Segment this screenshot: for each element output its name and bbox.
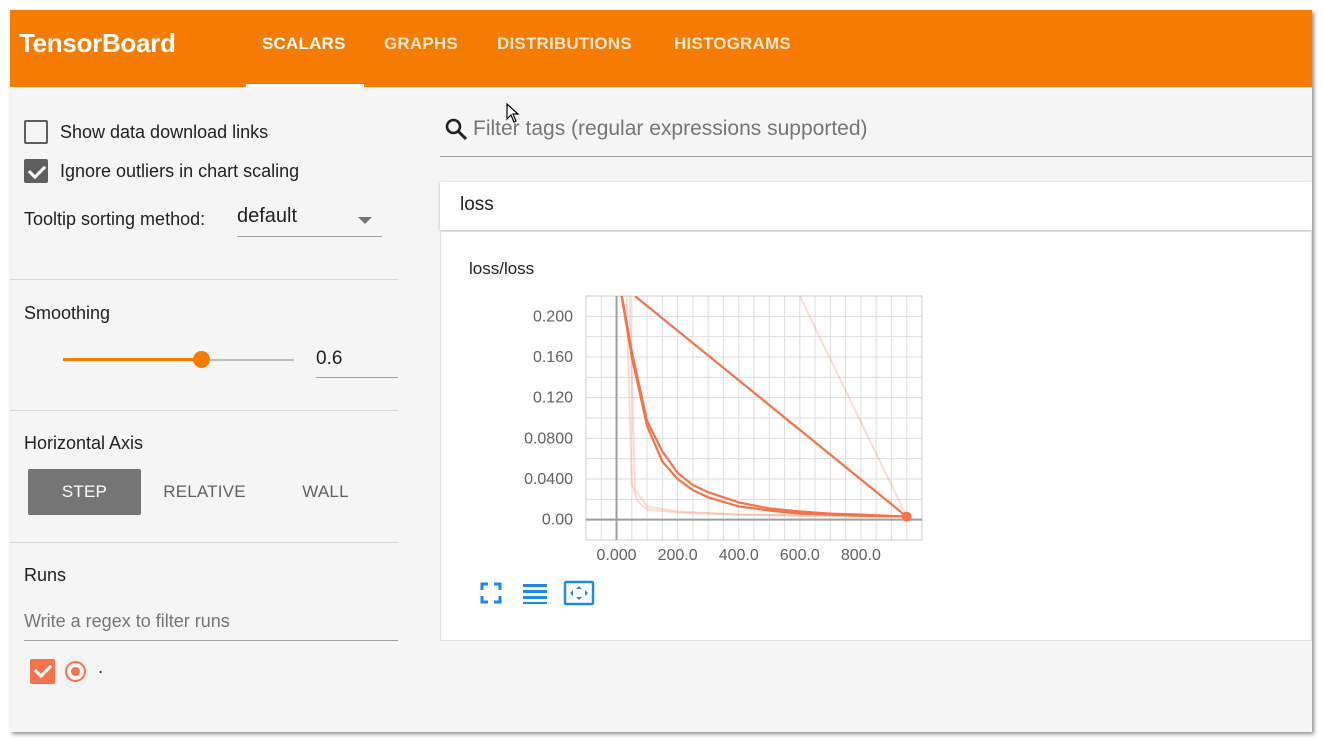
chart-title: loss/loss <box>469 259 535 278</box>
y-tick-label: 0.0800 <box>524 430 573 447</box>
tab-scalars[interactable]: SCALARS <box>262 34 346 54</box>
raw-loss-line <box>798 296 908 518</box>
data-table-icon[interactable] <box>521 579 549 607</box>
smoothing-slider-fill <box>63 358 202 361</box>
smoothed-loss-line <box>634 296 908 518</box>
fullscreen-icon[interactable] <box>477 579 505 607</box>
runs-filter-input[interactable]: Write a regex to filter runs <box>24 597 398 641</box>
loss-chart[interactable]: 0.000 200.0 400.0 600.0 800.0 0.00 0.0400 0.080… <box>513 288 933 568</box>
show-download-links-checkbox[interactable]: Show data download links <box>24 120 268 144</box>
tab-distributions[interactable]: DISTRIBUTIONS <box>497 34 632 54</box>
top-toolbar: TensorBoard SCALARS GRAPHS DISTRIBUTIONS… <box>10 10 1312 87</box>
ignore-outliers-label: Ignore outliers in chart scaling <box>60 160 300 181</box>
x-tick-label: 800.0 <box>841 547 881 564</box>
search-icon <box>445 118 468 141</box>
y-tick-label: 0.200 <box>533 308 573 325</box>
last-point-marker <box>901 511 912 522</box>
smoothing-slider-handle[interactable] <box>193 351 211 368</box>
axis-step-button[interactable]: STEP <box>28 469 141 515</box>
y-tick-label: 0.0400 <box>524 471 573 488</box>
sidebar: Show data download links Ignore outliers… <box>10 87 398 732</box>
tooltip-sorting-value: default <box>237 205 298 227</box>
y-tick-label: 0.00 <box>542 512 573 529</box>
filter-tags-input[interactable]: Filter tags (regular expressions support… <box>440 113 1312 157</box>
checkbox-unchecked-icon[interactable] <box>24 120 48 144</box>
runs-title: Runs <box>24 565 67 585</box>
x-tick-label: 200.0 <box>658 547 698 564</box>
main-panel: Filter tags (regular expressions support… <box>440 87 1312 732</box>
y-tick-label: 0.160 <box>533 349 573 366</box>
smoothing-title: Smoothing <box>24 303 111 323</box>
tab-histograms[interactable]: HISTOGRAMS <box>674 34 791 54</box>
tag-group-header[interactable]: loss <box>440 182 1312 230</box>
scalar-chart-card: loss/loss 0.000 200.0 400.0 600.0 800.0 0.00 0… <box>440 231 1312 641</box>
x-tick-label: 0.000 <box>597 547 637 564</box>
tab-graphs[interactable]: GRAPHS <box>384 34 458 54</box>
horizontal-axis-title: Horizontal Axis <box>24 433 144 453</box>
mouse-cursor-icon <box>506 103 520 123</box>
show-download-links-label: Show data download links <box>60 121 269 142</box>
axis-relative-button[interactable]: RELATIVE <box>148 469 261 515</box>
tooltip-sorting-select[interactable]: default <box>237 205 382 237</box>
checkbox-checked-icon[interactable] <box>24 159 48 183</box>
dropdown-arrow-icon <box>358 217 372 224</box>
ignore-outliers-checkbox[interactable]: Ignore outliers in chart scaling <box>24 159 299 183</box>
divider <box>10 410 398 411</box>
tooltip-sorting-label: Tooltip sorting method: <box>24 209 206 229</box>
app-title: TensorBoard <box>19 28 176 58</box>
y-tick-label: 0.120 <box>533 390 573 407</box>
divider <box>10 279 398 280</box>
run-checkbox[interactable] <box>30 659 55 684</box>
run-radio-button[interactable] <box>65 661 86 682</box>
fit-domain-icon[interactable] <box>563 579 595 607</box>
axis-wall-button[interactable]: WALL <box>269 469 382 515</box>
x-tick-label: 400.0 <box>719 547 759 564</box>
smoothing-value-input[interactable]: 0.6 <box>316 342 398 378</box>
tensorboard-window: TensorBoard SCALARS GRAPHS DISTRIBUTIONS… <box>10 10 1312 732</box>
run-name: . <box>98 657 104 677</box>
divider <box>10 542 398 543</box>
x-tick-label: 600.0 <box>780 547 820 564</box>
